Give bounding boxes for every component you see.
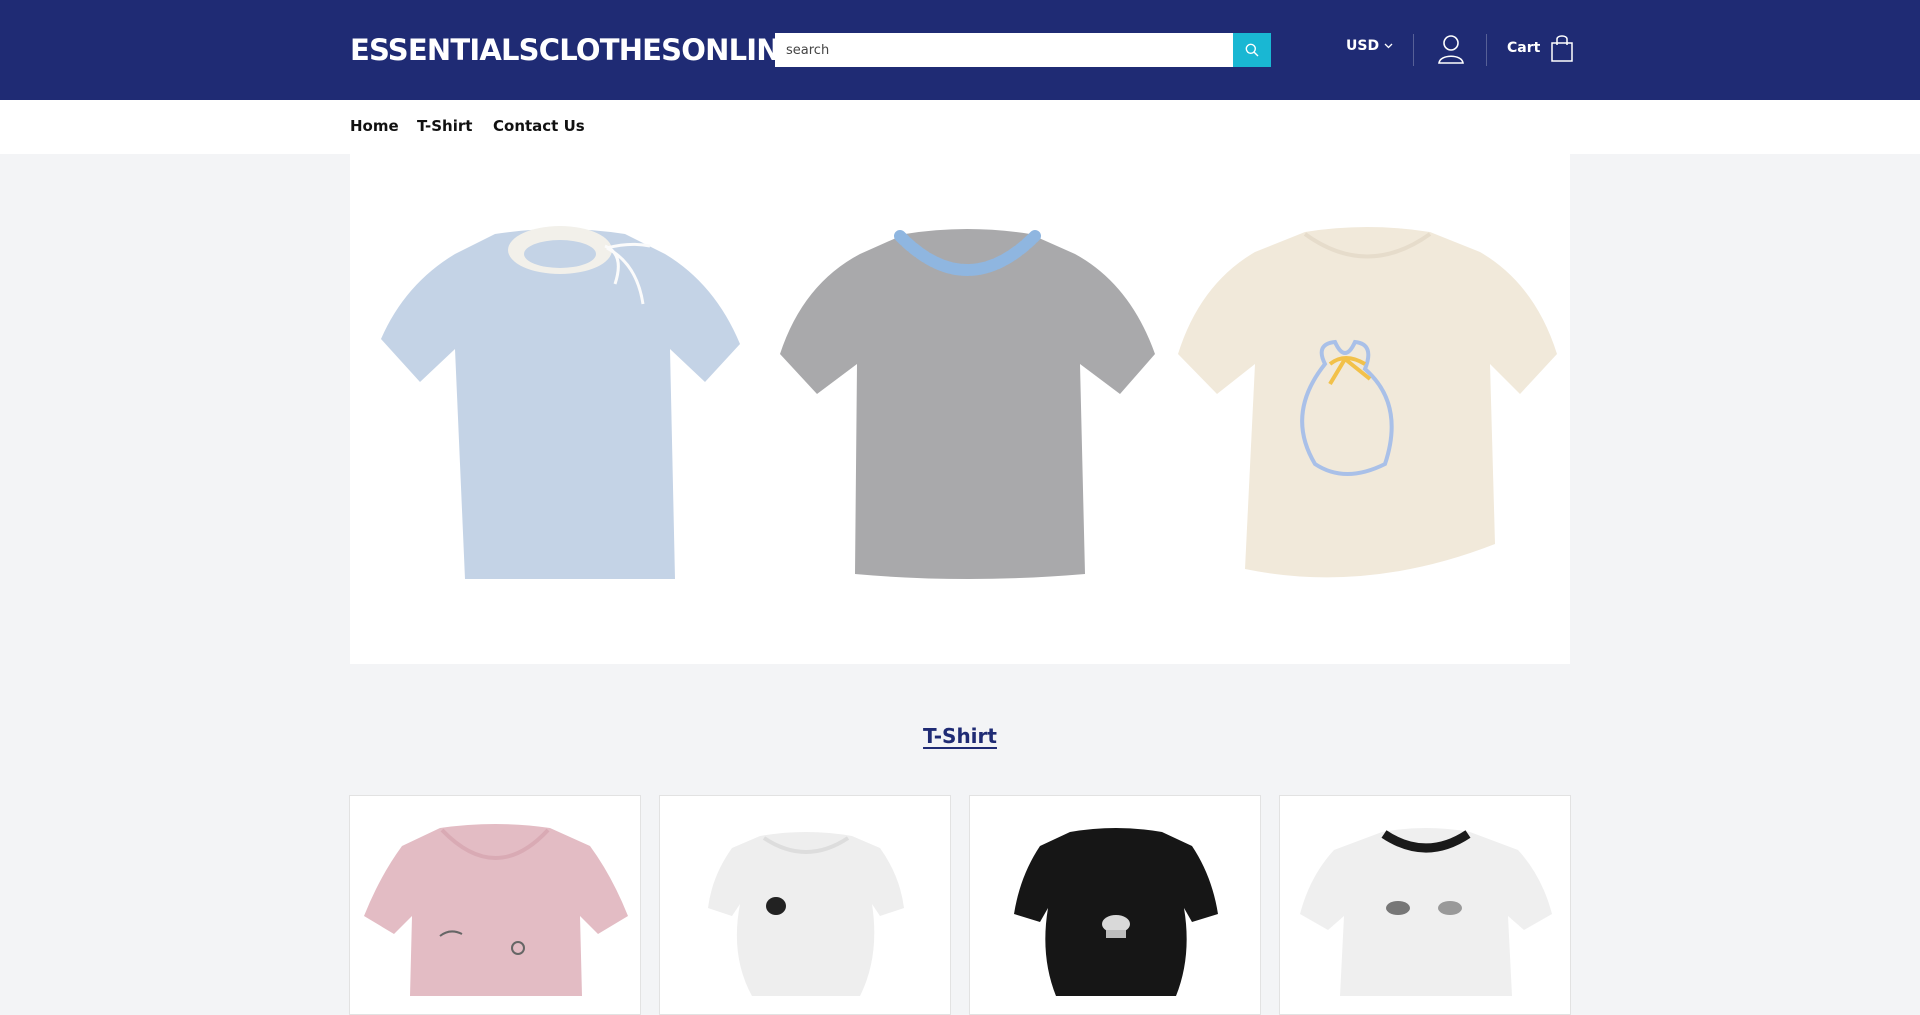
account-button[interactable]	[1436, 33, 1466, 65]
search-button[interactable]	[1233, 33, 1271, 67]
site-header: ESSENTIALSCLOTHESONLINE USD Cart	[0, 0, 1920, 100]
store-logo[interactable]: ESSENTIALSCLOTHESONLINE	[350, 30, 800, 70]
hero-product-image	[1178, 227, 1557, 578]
nav-item-contact-us[interactable]: Contact Us	[493, 117, 585, 135]
search-bar	[775, 33, 1271, 67]
product-image	[708, 832, 904, 996]
search-input[interactable]	[775, 33, 1233, 67]
product-card[interactable]	[659, 795, 951, 1015]
hero-product-image	[381, 226, 740, 579]
product-image	[1014, 828, 1218, 996]
cart-button[interactable]: Cart	[1507, 33, 1574, 63]
nav-item-t-shirt[interactable]: T-Shirt	[417, 117, 472, 135]
product-card[interactable]	[1279, 795, 1571, 1015]
main-nav: Home T-Shirt Contact Us	[0, 100, 1920, 154]
product-image	[1300, 828, 1552, 996]
hero-banner[interactable]	[350, 154, 1570, 664]
chevron-down-icon	[1384, 43, 1393, 49]
currency-selector[interactable]: USD	[1346, 38, 1393, 54]
collection-title[interactable]: T-Shirt	[0, 724, 1920, 748]
search-icon	[1245, 43, 1259, 57]
product-card[interactable]	[969, 795, 1261, 1015]
user-icon	[1438, 35, 1464, 64]
header-divider	[1486, 34, 1487, 66]
nav-item-home[interactable]: Home	[350, 117, 399, 135]
product-card[interactable]	[349, 795, 641, 1015]
header-divider	[1413, 34, 1414, 66]
product-image	[364, 824, 628, 996]
currency-label: USD	[1346, 38, 1380, 54]
shopping-bag-icon	[1551, 35, 1574, 62]
cart-label: Cart	[1507, 40, 1541, 56]
hero-product-image	[780, 229, 1155, 579]
